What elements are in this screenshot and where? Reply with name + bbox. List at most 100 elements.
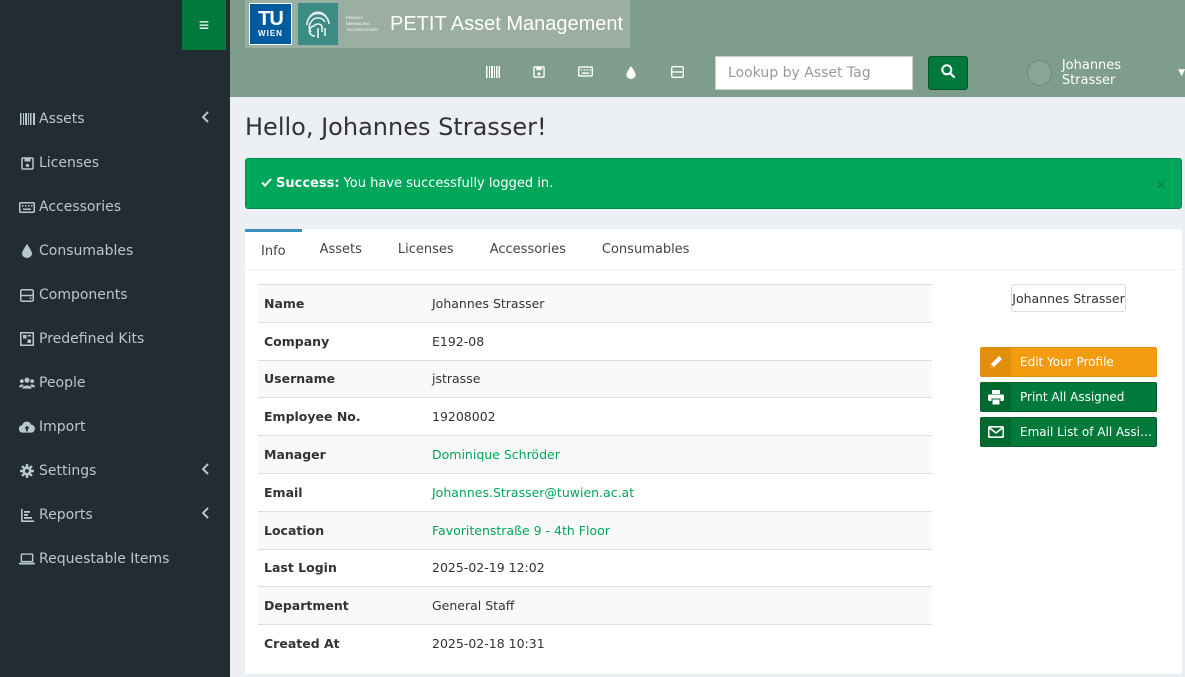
save-icon[interactable] — [516, 66, 562, 79]
table-row: Manager Dominique Schröder — [258, 435, 932, 474]
profile-actions: Johannes Strasser Edit Your Profile Prin… — [980, 284, 1157, 447]
barcode-icon[interactable] — [470, 66, 516, 79]
envelope-icon — [981, 417, 1011, 447]
table-row: Last Login 2025-02-19 12:02 — [258, 549, 932, 587]
row-value: Johannes Strasser — [432, 295, 545, 311]
app-title: PETIT Asset Management — [390, 12, 624, 35]
alert-message: You have successfully logged in. — [343, 176, 554, 191]
print-icon — [981, 382, 1011, 412]
sidebar-item-settings[interactable]: Settings — [0, 449, 230, 493]
pencil-icon — [981, 347, 1011, 377]
email-list-label: Email List of All Assigned — [1020, 425, 1156, 439]
table-row: Created At 2025-02-18 10:31 — [258, 624, 932, 663]
location-link[interactable]: Favoritenstraße 9 - 4th Floor — [426, 511, 932, 549]
harddrive-icon[interactable] — [654, 66, 700, 79]
harddrive-icon — [19, 288, 35, 302]
hamburger-icon: ≡ — [198, 14, 210, 35]
sidebar-item-label: Accessories — [39, 199, 122, 215]
laptop-icon — [19, 552, 35, 566]
tab-consumables[interactable]: Consumables — [584, 229, 708, 270]
row-value: E192-08 — [432, 333, 485, 349]
table-row: Name Johannes Strasser — [258, 284, 932, 323]
top-navbar: TU WIEN PRIVACY ENHANCING TECHNOLOGIES P… — [230, 0, 1185, 97]
asset-tag-lookup-input[interactable] — [715, 56, 913, 90]
table-row: Location Favoritenstraße 9 - 4th Floor — [258, 511, 932, 550]
row-value: General Staff — [432, 598, 515, 614]
alert-strong: Success: — [276, 176, 340, 191]
row-label: Last Login — [264, 560, 337, 576]
email-list-button[interactable]: Email List of All Assigned — [980, 417, 1157, 447]
gear-icon — [19, 464, 35, 478]
row-value: jstrasse — [432, 371, 481, 387]
table-row: Employee No. 19208002 — [258, 397, 932, 436]
sidebar-item-components[interactable]: Components — [0, 273, 230, 317]
success-alert: Success: You have successfully logged in… — [245, 158, 1182, 209]
user-profile-box: Info Assets Licenses Accessories Consuma… — [245, 229, 1182, 674]
sidebar-nav: Assets Licenses Accessories Consumables … — [0, 97, 230, 581]
tab-assets[interactable]: Assets — [302, 229, 380, 270]
fingerprint-logo-icon — [298, 3, 338, 45]
sidebar-item-accessories[interactable]: Accessories — [0, 185, 230, 229]
caret-down-icon: ▼ — [1178, 68, 1185, 78]
print-all-label: Print All Assigned — [1020, 390, 1125, 404]
print-all-assigned-button[interactable]: Print All Assigned — [980, 382, 1157, 412]
sidebar-item-label: Requestable Items — [39, 551, 170, 567]
row-label: Email — [264, 484, 303, 500]
tab-accessories[interactable]: Accessories — [472, 229, 584, 270]
edit-profile-label: Edit Your Profile — [1020, 355, 1114, 369]
user-menu[interactable]: Johannes Strasser ▼ — [1027, 58, 1185, 88]
row-label: Created At — [264, 636, 340, 652]
close-icon[interactable]: × — [1155, 177, 1167, 193]
page-title: Hello, Johannes Strasser! — [245, 113, 547, 141]
keyboard-icon[interactable] — [562, 66, 608, 79]
user-name-tag: Johannes Strasser — [1011, 284, 1126, 312]
sidebar-item-label: Licenses — [39, 155, 100, 171]
users-icon — [19, 376, 35, 390]
chevron-left-icon — [201, 463, 210, 479]
kit-icon — [19, 332, 35, 346]
sidebar-item-predefined-kits[interactable]: Predefined Kits — [0, 317, 230, 361]
sidebar-item-label: Reports — [39, 507, 93, 523]
sidebar-item-requestable-items[interactable]: Requestable Items — [0, 537, 230, 581]
profile-tabs: Info Assets Licenses Accessories Consuma… — [245, 229, 1182, 270]
sidebar-item-people[interactable]: People — [0, 361, 230, 405]
sidebar-item-reports[interactable]: Reports — [0, 493, 230, 537]
sidebar-item-label: Settings — [39, 463, 97, 479]
edit-profile-button[interactable]: Edit Your Profile — [980, 347, 1157, 377]
sidebar-toggle-button[interactable]: ≡ — [182, 0, 226, 50]
check-icon — [261, 176, 272, 191]
sidebar: ≡ Assets Licenses Accessories Consumable… — [0, 0, 230, 677]
row-label: Manager — [264, 447, 326, 463]
quick-create-toolbar — [470, 66, 700, 79]
tu-wien-logo: TU WIEN — [249, 3, 292, 45]
email-link[interactable]: Johannes.Strasser@tuwien.ac.at — [426, 473, 932, 511]
sidebar-item-label: Consumables — [39, 243, 134, 259]
sidebar-item-label: Predefined Kits — [39, 331, 145, 347]
user-info-table: Name Johannes Strasser Company E192-08 Use… — [258, 284, 932, 662]
sidebar-item-assets[interactable]: Assets — [0, 97, 230, 141]
search-icon — [941, 63, 956, 83]
drop-icon[interactable] — [608, 66, 654, 79]
row-value: 2025-02-19 12:02 — [432, 560, 545, 576]
chevron-left-icon — [201, 111, 210, 127]
sidebar-item-consumables[interactable]: Consumables — [0, 229, 230, 273]
row-value: 2025-02-18 10:31 — [432, 636, 545, 652]
main-content: Hello, Johannes Strasser! Success: You h… — [230, 97, 1185, 677]
table-row: Email Johannes.Strasser@tuwien.ac.at — [258, 473, 932, 511]
row-label: Name — [264, 295, 305, 311]
sidebar-item-import[interactable]: Import — [0, 405, 230, 449]
sidebar-item-label: Components — [39, 287, 128, 303]
table-row: Department General Staff — [258, 586, 932, 625]
tab-info[interactable]: Info — [245, 229, 302, 270]
brand-logo-link[interactable]: TU WIEN PRIVACY ENHANCING TECHNOLOGIES P… — [245, 0, 630, 48]
sidebar-item-label: People — [39, 375, 86, 391]
chart-icon — [19, 508, 35, 522]
manager-link[interactable]: Dominique Schröder — [426, 436, 932, 474]
row-label: Location — [264, 522, 325, 538]
tab-licenses[interactable]: Licenses — [380, 229, 472, 270]
pet-logo-text: PRIVACY ENHANCING TECHNOLOGIES — [346, 15, 378, 32]
search-button[interactable] — [928, 56, 968, 90]
sidebar-item-licenses[interactable]: Licenses — [0, 141, 230, 185]
cloud-upload-icon — [19, 420, 35, 434]
sidebar-item-label: Assets — [39, 111, 85, 127]
